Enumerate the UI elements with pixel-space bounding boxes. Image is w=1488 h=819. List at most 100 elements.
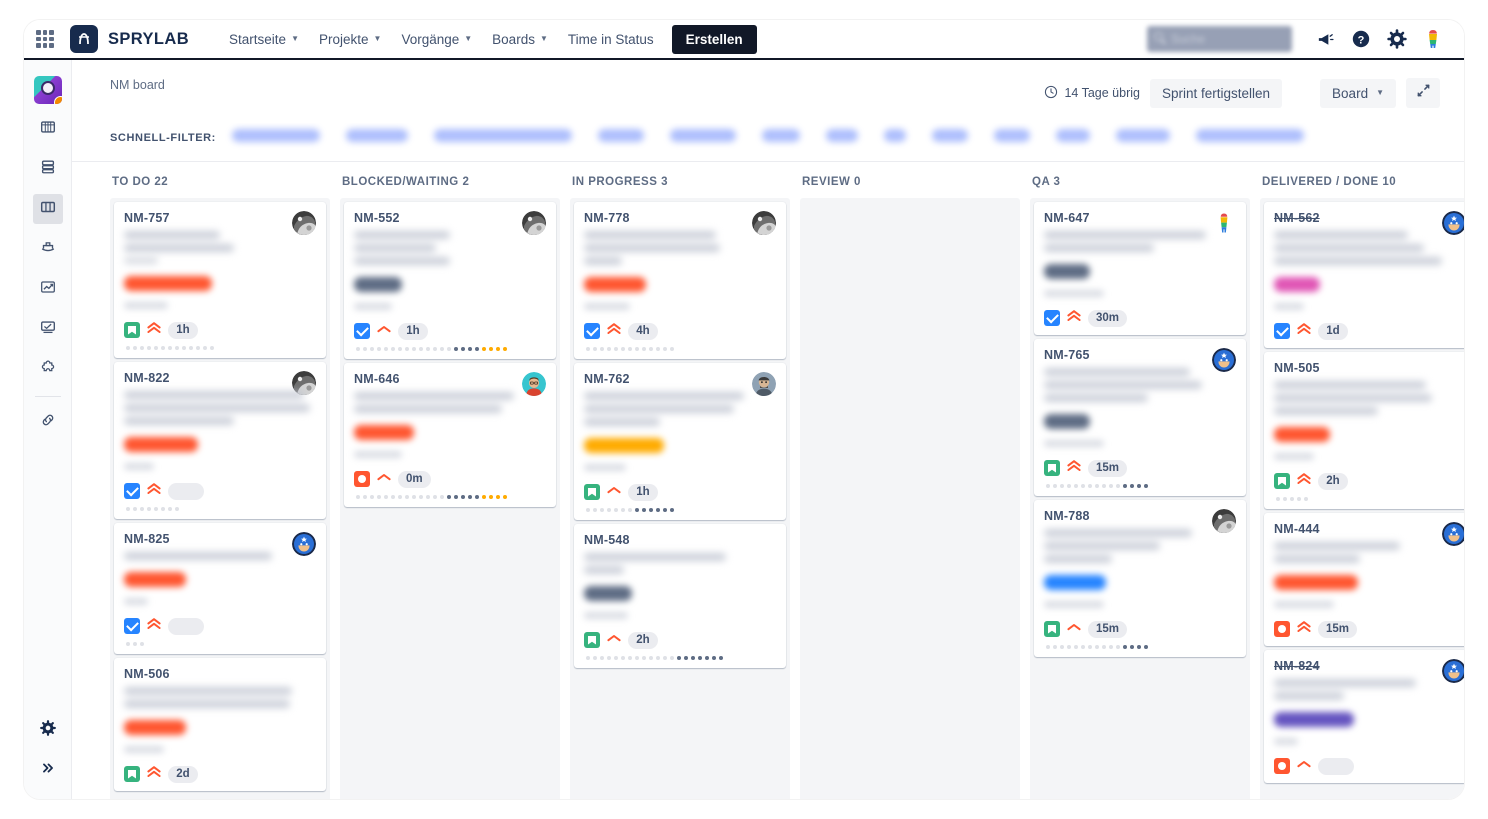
quick-filter-chip-12[interactable] bbox=[1195, 129, 1304, 142]
settings-icon[interactable] bbox=[1380, 22, 1414, 56]
sidebar-item-roadmap[interactable] bbox=[33, 154, 63, 184]
quick-filter-chip-4[interactable] bbox=[669, 129, 736, 142]
issue-type-story-icon[interactable] bbox=[124, 322, 140, 338]
issue-key[interactable]: NM-762 bbox=[584, 372, 776, 386]
quick-filter-chip-2[interactable] bbox=[433, 129, 572, 142]
create-button[interactable]: Erstellen bbox=[671, 24, 757, 54]
issue-card[interactable]: NM-562 1d bbox=[1264, 202, 1464, 348]
nav-item-vorgaenge[interactable]: Vorgänge ▼ bbox=[393, 26, 480, 53]
issue-key[interactable]: NM-646 bbox=[354, 372, 546, 386]
issue-type-story-icon[interactable] bbox=[124, 766, 140, 782]
time-in-status-badge[interactable]: 4h bbox=[628, 322, 658, 340]
issue-type-story-icon[interactable] bbox=[1044, 460, 1060, 476]
time-in-status-badge[interactable] bbox=[168, 482, 204, 500]
issue-card[interactable]: NM-548 2h bbox=[574, 524, 786, 668]
issue-card[interactable]: NM-552 1h bbox=[344, 202, 556, 359]
quick-filter-chip-8[interactable] bbox=[931, 129, 968, 142]
issue-key[interactable]: NM-552 bbox=[354, 211, 546, 225]
sidebar-item-releases[interactable] bbox=[33, 234, 63, 264]
issue-type-task-icon[interactable] bbox=[354, 323, 370, 339]
issue-type-bug-icon[interactable] bbox=[1274, 621, 1290, 637]
issue-key[interactable]: NM-788 bbox=[1044, 509, 1236, 523]
issue-card[interactable]: NM-822 bbox=[114, 362, 326, 519]
issue-key[interactable]: NM-647 bbox=[1044, 211, 1236, 225]
issue-type-story-icon[interactable] bbox=[1044, 621, 1060, 637]
issue-card[interactable]: NM-505 2h bbox=[1264, 352, 1464, 509]
issue-type-task-icon[interactable] bbox=[124, 483, 140, 499]
issue-key[interactable]: NM-505 bbox=[1274, 361, 1464, 375]
profile-avatar[interactable] bbox=[1416, 22, 1450, 56]
issue-key[interactable]: NM-824 bbox=[1274, 659, 1464, 673]
issue-type-task-icon[interactable] bbox=[584, 323, 600, 339]
quick-filter-chip-10[interactable] bbox=[1055, 129, 1090, 142]
quick-filter-chip-5[interactable] bbox=[761, 129, 800, 142]
issue-card[interactable]: NM-757 1h bbox=[114, 202, 326, 358]
sidebar-item-board[interactable] bbox=[32, 194, 63, 224]
issue-card[interactable]: NM-765 15m bbox=[1034, 339, 1246, 496]
time-in-status-badge[interactable]: 2h bbox=[1318, 472, 1348, 490]
time-in-status-badge[interactable]: 15m bbox=[1088, 620, 1128, 638]
issue-card[interactable]: NM-825 bbox=[114, 523, 326, 654]
project-avatar[interactable] bbox=[33, 76, 62, 104]
time-in-status-badge[interactable]: 1d bbox=[1318, 322, 1348, 340]
issue-type-bug-icon[interactable] bbox=[354, 471, 370, 487]
issue-card[interactable]: NM-788 15m bbox=[1034, 500, 1246, 657]
issue-card[interactable]: NM-778 4h bbox=[574, 202, 786, 359]
time-in-status-badge[interactable] bbox=[1318, 757, 1354, 775]
issue-type-bug-icon[interactable] bbox=[1274, 758, 1290, 774]
time-in-status-badge[interactable]: 30m bbox=[1088, 309, 1128, 327]
quick-filter-chip-7[interactable] bbox=[883, 129, 906, 142]
brand-logo[interactable]: SPRYLAB bbox=[70, 25, 189, 53]
column-dropzone[interactable]: NM-562 1d NM-505 2h NM-444 15m NM-824 bbox=[1260, 198, 1464, 799]
issue-type-task-icon[interactable] bbox=[1274, 323, 1290, 339]
column-dropzone[interactable]: NM-647 30m NM-765 15m NM-788 15m bbox=[1030, 198, 1250, 799]
issue-key[interactable]: NM-765 bbox=[1044, 348, 1236, 362]
time-in-status-badge[interactable]: 15m bbox=[1318, 620, 1358, 638]
column-dropzone[interactable]: NM-757 1h NM-822 NM-825 NM-506 2d bbox=[110, 198, 330, 799]
apps-grid-icon[interactable] bbox=[36, 30, 54, 48]
issue-type-task-icon[interactable] bbox=[124, 618, 140, 634]
time-in-status-badge[interactable]: 2h bbox=[628, 631, 658, 649]
issue-card[interactable]: NM-444 15m bbox=[1264, 513, 1464, 646]
sidebar-item-link[interactable] bbox=[33, 407, 63, 437]
time-in-status-badge[interactable]: 2d bbox=[168, 765, 198, 783]
time-in-status-badge[interactable] bbox=[168, 617, 204, 635]
issue-type-story-icon[interactable] bbox=[584, 632, 600, 648]
sidebar-item-backlog[interactable] bbox=[33, 114, 63, 144]
sidebar-item-monitoring[interactable] bbox=[33, 314, 63, 344]
nav-item-time-in-status[interactable]: Time in Status bbox=[560, 26, 662, 53]
sidebar-settings-button[interactable] bbox=[33, 715, 63, 745]
time-in-status-badge[interactable]: 1h bbox=[628, 483, 658, 501]
nav-item-startseite[interactable]: Startseite ▼ bbox=[221, 26, 307, 53]
issue-card[interactable]: NM-646 0m bbox=[344, 363, 556, 507]
quick-filter-chip-11[interactable] bbox=[1115, 129, 1170, 142]
help-icon[interactable]: ? bbox=[1344, 22, 1378, 56]
time-in-status-badge[interactable]: 15m bbox=[1088, 459, 1128, 477]
issue-key[interactable]: NM-778 bbox=[584, 211, 776, 225]
issue-key[interactable]: NM-562 bbox=[1274, 211, 1464, 225]
quick-filter-chip-3[interactable] bbox=[597, 129, 644, 142]
complete-sprint-button[interactable]: Sprint fertigstellen bbox=[1149, 78, 1283, 108]
search-input[interactable]: Suche bbox=[1147, 26, 1292, 52]
expand-sidebar-button[interactable] bbox=[33, 755, 63, 785]
quick-filter-chip-9[interactable] bbox=[993, 129, 1030, 142]
issue-card[interactable]: NM-762 1h bbox=[574, 363, 786, 520]
board-view-select[interactable]: Board ▼ bbox=[1320, 78, 1396, 108]
issue-type-story-icon[interactable] bbox=[1274, 473, 1290, 489]
issue-key[interactable]: NM-825 bbox=[124, 532, 316, 546]
quick-filter-chip-0[interactable] bbox=[231, 129, 320, 142]
sidebar-item-reports[interactable] bbox=[33, 274, 63, 304]
issue-card[interactable]: NM-647 30m bbox=[1034, 202, 1246, 335]
quick-filter-chip-6[interactable] bbox=[825, 129, 858, 142]
issue-card[interactable]: NM-506 2d bbox=[114, 658, 326, 791]
time-in-status-badge[interactable]: 1h bbox=[398, 322, 428, 340]
nav-item-boards[interactable]: Boards ▼ bbox=[484, 26, 556, 53]
column-dropzone[interactable] bbox=[800, 198, 1020, 799]
issue-card[interactable]: NM-824 bbox=[1264, 650, 1464, 783]
issue-type-story-icon[interactable] bbox=[584, 484, 600, 500]
nav-item-projekte[interactable]: Projekte ▼ bbox=[311, 26, 389, 53]
issue-key[interactable]: NM-444 bbox=[1274, 522, 1464, 536]
issue-key[interactable]: NM-757 bbox=[124, 211, 316, 225]
column-dropzone[interactable]: NM-552 1h NM-646 0m bbox=[340, 198, 560, 799]
issue-type-task-icon[interactable] bbox=[1044, 310, 1060, 326]
